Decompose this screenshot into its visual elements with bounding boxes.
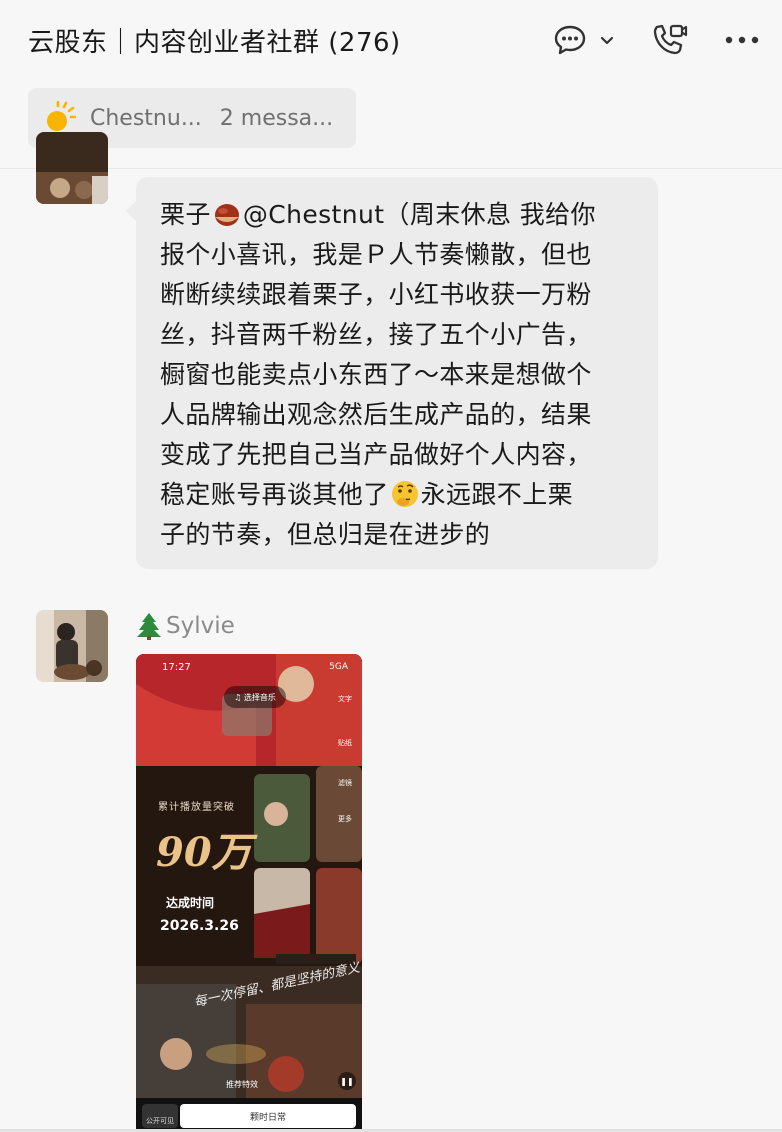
image-message[interactable]: 17:27 5GA ♫ 选择音乐 文字 贴纸 滤镜 更多 累计播放量突破 90万… [136, 654, 362, 1132]
image-side-tab: 滤镜 [338, 779, 352, 787]
chestnut-emoji [214, 204, 239, 226]
pinned-sender: Chestnu... [90, 105, 202, 131]
image-reach-date: 2026.3.26 [160, 918, 239, 934]
image-stat-label: 累计播放量突破 [158, 802, 235, 813]
image-reach-label: 达成时间 [166, 896, 215, 910]
image-stat-value: 90万 [156, 829, 252, 876]
image-effect-label: 推荐特效 [226, 1080, 258, 1089]
image-side-tab: 贴纸 [338, 739, 352, 747]
video-call-icon[interactable] [650, 22, 690, 58]
sender-name[interactable]: Sylvie [136, 612, 235, 640]
pause-icon: ❚❚ [338, 1072, 356, 1090]
image-side-tab: 文字 [338, 695, 352, 703]
pine-tree-icon [137, 613, 161, 640]
avatar-sylvie[interactable] [36, 610, 108, 682]
avatar[interactable] [36, 132, 108, 204]
chat-title: 云股东｜内容创业者社群 (276) [28, 28, 401, 58]
image-music-label: ♫ 选择音乐 [224, 686, 286, 708]
more-icon[interactable] [722, 22, 762, 58]
chat-header: 云股东｜内容创业者社群 (276) [0, 0, 782, 82]
image-artwork [136, 654, 362, 1132]
image-bottom-tab: 颗时日常 [180, 1104, 356, 1128]
image-side-tab: 更多 [338, 815, 352, 823]
message-bubble[interactable]: 栗子 @Chestnut（周末休息 我给你 报个小喜讯，我是Ｐ人节奏懒散，但也 断… [126, 177, 658, 569]
sun-emoji-icon [47, 101, 76, 131]
pinned-count: 2 messa... [219, 105, 334, 131]
image-status-signal: 5GA [329, 662, 348, 672]
chevron-down-icon[interactable] [596, 22, 618, 58]
divider [0, 168, 782, 169]
chat-bubble-icon[interactable] [552, 22, 588, 58]
image-bottom-left: 公开可见 [142, 1104, 178, 1128]
message-text: 栗子 @Chestnut（周末休息 我给你 报个小喜讯，我是Ｐ人节奏懒散，但也 断… [160, 200, 596, 549]
image-status-time: 17:27 [162, 662, 191, 673]
thinking-face-emoji [391, 481, 418, 507]
